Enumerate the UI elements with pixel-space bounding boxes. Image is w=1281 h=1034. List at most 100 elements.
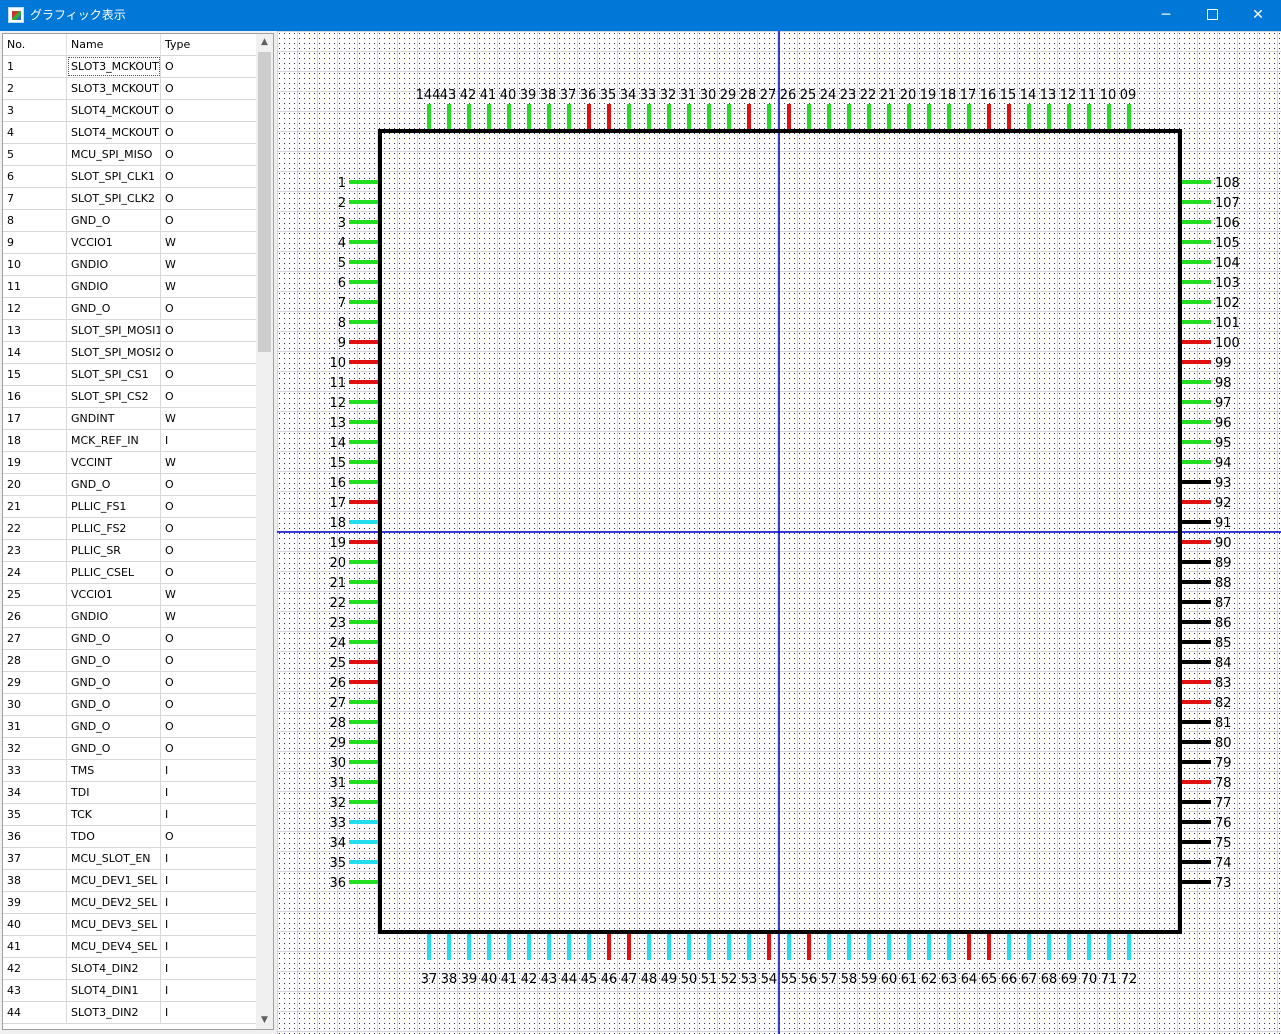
cell-type[interactable]: W: [161, 584, 256, 605]
table-row[interactable]: 15 SLOT_SPI_CS1 O: [3, 364, 256, 386]
close-button[interactable]: ✕: [1235, 0, 1281, 31]
cell-name[interactable]: GND_O: [67, 298, 161, 319]
cell-name[interactable]: GND_O: [67, 716, 161, 737]
table-row[interactable]: 39 MCU_DEV2_SEL I: [3, 892, 256, 914]
cell-type[interactable]: O: [161, 56, 256, 77]
cell-name[interactable]: SLOT_SPI_CS1: [67, 364, 161, 385]
cell-name[interactable]: SLOT3_DIN2: [67, 1002, 161, 1023]
cell-no[interactable]: 16: [3, 386, 67, 407]
cell-no[interactable]: 39: [3, 892, 67, 913]
cell-type[interactable]: O: [161, 386, 256, 407]
table-row[interactable]: 5 MCU_SPI_MISO O: [3, 144, 256, 166]
cell-name[interactable]: GND_O: [67, 672, 161, 693]
cell-name[interactable]: GND_O: [67, 210, 161, 231]
cell-type[interactable]: I: [161, 958, 256, 979]
cell-no[interactable]: 23: [3, 540, 67, 561]
table-row[interactable]: 20 GND_O O: [3, 474, 256, 496]
cell-name[interactable]: SLOT_SPI_MOSI2: [67, 342, 161, 363]
table-row[interactable]: 18 MCK_REF_IN I: [3, 430, 256, 452]
table-row[interactable]: 16 SLOT_SPI_CS2 O: [3, 386, 256, 408]
cell-no[interactable]: 27: [3, 628, 67, 649]
cell-type[interactable]: O: [161, 100, 256, 121]
cell-no[interactable]: 31: [3, 716, 67, 737]
cell-no[interactable]: 44: [3, 1002, 67, 1023]
table-row[interactable]: 11 GNDIO W: [3, 276, 256, 298]
pin-list-scrollbar[interactable]: ▲ ▼: [256, 34, 273, 1029]
cell-name[interactable]: GNDINT: [67, 408, 161, 429]
cell-type[interactable]: I: [161, 914, 256, 935]
cell-no[interactable]: 32: [3, 738, 67, 759]
cell-type[interactable]: W: [161, 408, 256, 429]
cell-type[interactable]: W: [161, 254, 256, 275]
cell-type[interactable]: I: [161, 760, 256, 781]
cell-no[interactable]: 37: [3, 848, 67, 869]
table-row[interactable]: 13 SLOT_SPI_MOSI1 O: [3, 320, 256, 342]
cell-type[interactable]: I: [161, 848, 256, 869]
cell-no[interactable]: 17: [3, 408, 67, 429]
cell-type[interactable]: O: [161, 650, 256, 671]
cell-no[interactable]: 41: [3, 936, 67, 957]
table-row[interactable]: 9 VCCIO1 W: [3, 232, 256, 254]
cell-name[interactable]: SLOT_SPI_MOSI1: [67, 320, 161, 341]
cell-name[interactable]: SLOT3_MCKOUT: [67, 56, 161, 77]
table-row[interactable]: 35 TCK I: [3, 804, 256, 826]
cell-type[interactable]: W: [161, 232, 256, 253]
cell-name[interactable]: GNDIO: [67, 276, 161, 297]
cell-type[interactable]: I: [161, 870, 256, 891]
table-row[interactable]: 27 GND_O O: [3, 628, 256, 650]
table-row[interactable]: 10 GNDIO W: [3, 254, 256, 276]
cell-name[interactable]: TDO: [67, 826, 161, 847]
cell-type[interactable]: O: [161, 78, 256, 99]
column-header-type[interactable]: Type: [161, 34, 256, 55]
cell-name[interactable]: PLLIC_FS1: [67, 496, 161, 517]
cell-no[interactable]: 20: [3, 474, 67, 495]
cell-name[interactable]: MCU_DEV3_SEL: [67, 914, 161, 935]
table-row[interactable]: 3 SLOT4_MCKOUT O: [3, 100, 256, 122]
cell-type[interactable]: O: [161, 540, 256, 561]
cell-no[interactable]: 8: [3, 210, 67, 231]
table-row[interactable]: 31 GND_O O: [3, 716, 256, 738]
cell-no[interactable]: 28: [3, 650, 67, 671]
cell-type[interactable]: I: [161, 1002, 256, 1023]
cell-no[interactable]: 24: [3, 562, 67, 583]
cell-type[interactable]: W: [161, 606, 256, 627]
cell-name[interactable]: VCCINT: [67, 452, 161, 473]
cell-name[interactable]: GNDIO: [67, 606, 161, 627]
table-row[interactable]: 30 GND_O O: [3, 694, 256, 716]
table-row[interactable]: 17 GNDINT W: [3, 408, 256, 430]
cell-name[interactable]: SLOT4_MCKOUT: [67, 122, 161, 143]
table-row[interactable]: 38 MCU_DEV1_SEL I: [3, 870, 256, 892]
cell-type[interactable]: I: [161, 430, 256, 451]
table-row[interactable]: 42 SLOT4_DIN2 I: [3, 958, 256, 980]
table-row[interactable]: 4 SLOT4_MCKOUT O: [3, 122, 256, 144]
maximize-button[interactable]: [1189, 0, 1235, 31]
cell-name[interactable]: PLLIC_FS2: [67, 518, 161, 539]
cell-no[interactable]: 14: [3, 342, 67, 363]
table-row[interactable]: 37 MCU_SLOT_EN I: [3, 848, 256, 870]
cell-no[interactable]: 36: [3, 826, 67, 847]
cell-type[interactable]: W: [161, 452, 256, 473]
cell-no[interactable]: 11: [3, 276, 67, 297]
table-row[interactable]: 1 SLOT3_MCKOUT O: [3, 56, 256, 78]
cell-name[interactable]: GND_O: [67, 474, 161, 495]
table-row[interactable]: 7 SLOT_SPI_CLK2 O: [3, 188, 256, 210]
cell-no[interactable]: 13: [3, 320, 67, 341]
cell-type[interactable]: O: [161, 496, 256, 517]
cell-name[interactable]: SLOT_SPI_CLK2: [67, 188, 161, 209]
cell-type[interactable]: I: [161, 892, 256, 913]
table-row[interactable]: 23 PLLIC_SR O: [3, 540, 256, 562]
cell-type[interactable]: O: [161, 298, 256, 319]
cell-name[interactable]: SLOT3_MCKOUT: [67, 78, 161, 99]
cell-no[interactable]: 30: [3, 694, 67, 715]
cell-name[interactable]: SLOT_SPI_CS2: [67, 386, 161, 407]
cell-name[interactable]: VCCIO1: [67, 584, 161, 605]
cell-no[interactable]: 40: [3, 914, 67, 935]
cell-type[interactable]: O: [161, 518, 256, 539]
cell-no[interactable]: 2: [3, 78, 67, 99]
cell-type[interactable]: O: [161, 188, 256, 209]
table-row[interactable]: 34 TDI I: [3, 782, 256, 804]
table-row[interactable]: 41 MCU_DEV4_SEL I: [3, 936, 256, 958]
cell-name[interactable]: VCCIO1: [67, 232, 161, 253]
cell-no[interactable]: 12: [3, 298, 67, 319]
cell-no[interactable]: 35: [3, 804, 67, 825]
